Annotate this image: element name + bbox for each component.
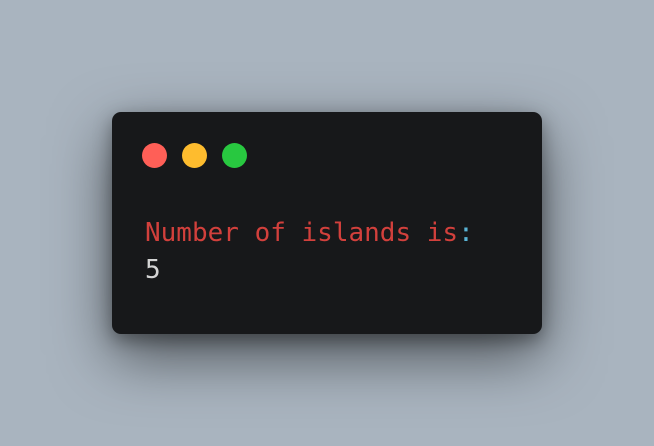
code-window: Number of islands is: 5 xyxy=(112,112,542,334)
console-output: Number of islands is: 5 xyxy=(145,215,474,289)
output-value: 5 xyxy=(145,255,161,285)
window-controls xyxy=(142,143,247,168)
output-line-message: Number of islands is: xyxy=(145,215,474,252)
output-message: Number of islands is xyxy=(145,218,459,248)
zoom-dot-icon[interactable] xyxy=(222,143,247,168)
minimize-dot-icon[interactable] xyxy=(182,143,207,168)
output-separator: : xyxy=(458,218,474,248)
close-dot-icon[interactable] xyxy=(142,143,167,168)
